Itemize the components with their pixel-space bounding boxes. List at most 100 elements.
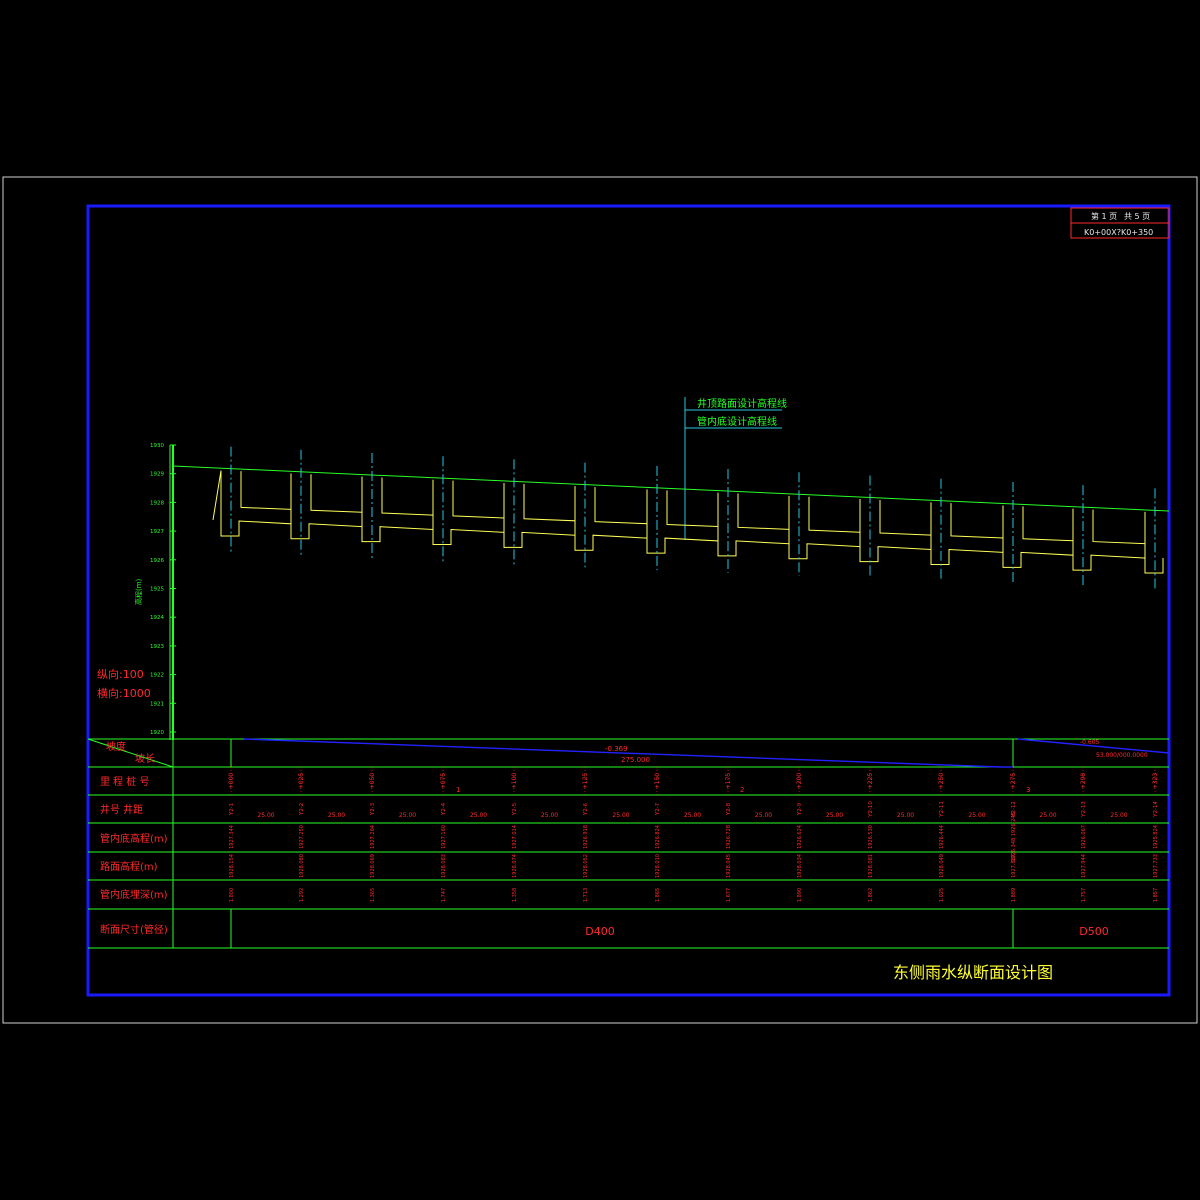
pipe-segment [523, 483, 576, 522]
pipe-segment [666, 490, 719, 528]
section-mark-2: 2 [740, 786, 744, 794]
section-mark-1: 1 [456, 786, 460, 794]
well-id: Y2-13 [1081, 801, 1087, 818]
road-design-line [172, 465, 1170, 512]
well-id: Y2-2 [299, 803, 305, 816]
pipe-size-2: D500 [1079, 925, 1108, 938]
station-label: +025 [298, 773, 305, 790]
invert-value: 1927.344 [229, 825, 235, 849]
y-tick-label: 1926 [150, 558, 164, 564]
pipe-segment [381, 477, 434, 516]
pipe-segment [240, 471, 292, 510]
drawing-frame [86, 204, 1171, 997]
invert-value: 1926.444 [939, 825, 945, 849]
well-spacing: 25.00 [1110, 812, 1127, 819]
road-value: 1928.052 [583, 854, 589, 878]
well-spacing: 25.00 [1039, 812, 1056, 819]
station-label: +250 [938, 773, 945, 790]
pipe-segment [310, 474, 363, 513]
row-label-road: 路面高程(m) [100, 860, 158, 873]
y-tick-label: 1927 [150, 529, 164, 535]
invert-value: 1927.014 [512, 825, 518, 849]
sheet-title-block: 第 1 页 共 5 页 K0+00X?K0+350 [1070, 207, 1170, 239]
depth-value: 1.857 [1153, 888, 1159, 902]
row-label-station: 里 程 桩 号 [100, 775, 150, 788]
depth-value: 1.677 [726, 888, 732, 902]
profile [172, 446, 1170, 591]
y-tick-label: 1930 [150, 443, 164, 449]
row-labels: 坡度 坡长 里 程 桩 号 井号 井距 管内底高程(m) 路面高程(m) 管内底… [100, 740, 168, 936]
invert-value: 1927.160 [441, 825, 447, 849]
well-id: Y2-10 [868, 801, 874, 818]
station-label: +100 [511, 773, 518, 790]
pipe-segment [808, 496, 861, 533]
road-value: 1927.733 [1153, 854, 1159, 878]
station-label: +275 [1010, 773, 1017, 790]
legend-road: 井顶路面设计高程线 [697, 397, 787, 410]
station-label: +125 [582, 773, 589, 790]
legend: 井顶路面设计高程线 管内底设计高程线 [684, 397, 787, 540]
station-label: +075 [440, 773, 447, 790]
station-label: +323 [1152, 773, 1159, 790]
y-tick-label: 1929 [150, 472, 164, 478]
station-label: +150 [654, 773, 661, 790]
well-id: Y2-6 [583, 802, 589, 816]
invert-value: 1926.530 [868, 825, 874, 849]
row-label-length: 坡长 [135, 752, 155, 765]
legend-pipe: 管内底设计高程线 [697, 415, 777, 428]
station-label: +298 [1080, 773, 1087, 790]
section-mark-3: 3 [1026, 786, 1030, 794]
station-label: +000 [228, 773, 235, 790]
slope-1-length: 275.000 [621, 756, 650, 764]
road-value: 1928.010 [655, 854, 661, 878]
slope-1-grade: -0.369 [605, 745, 628, 753]
well-id: Y2-5 [512, 802, 518, 816]
depth-value: 1.365 [370, 888, 376, 902]
row-label-size: 断面尺寸(管径) [100, 923, 168, 936]
pipe-size-1: D400 [585, 925, 614, 938]
road-value: 1928.069 [370, 854, 376, 878]
depth-value: 1.292 [299, 888, 305, 902]
drawing-canvas: 第 1 页 共 5 页 K0+00X?K0+350 井顶路面设计高程线 管内底设… [2, 176, 1198, 1024]
invert-value: 1926.067 [1081, 825, 1087, 849]
slope-2-grade: -0.605 [1080, 739, 1100, 746]
road-value: 1928.045 [726, 854, 732, 878]
well-id: Y2-8 [726, 802, 732, 816]
pipe-invert-line [212, 470, 1164, 574]
depth-value: 1.757 [1081, 888, 1087, 902]
well-spacing: 25.00 [257, 812, 274, 819]
invert-value: 1926.824 [655, 825, 661, 849]
well-id: Y2-4 [441, 802, 447, 816]
well-spacing: 25.00 [755, 812, 772, 819]
station-label: +225 [867, 773, 874, 790]
well-spacing: 25.00 [684, 812, 701, 819]
road-value: 1927.944 [1081, 854, 1087, 878]
well-id: Y2-14 [1153, 801, 1159, 818]
well-id: Y2-1 [229, 803, 235, 816]
road-value: 1927.867 [1011, 854, 1017, 878]
invert-value: 1926.728 [726, 825, 732, 849]
station-label: +050 [369, 773, 376, 790]
drawing-title: 东侧雨水纵断面设计图 [893, 963, 1053, 982]
pipe-segment [1092, 509, 1146, 545]
pipe-segment [737, 493, 790, 530]
depth-value: 1.890 [797, 888, 803, 902]
table-columns: +000 +025 +050 +075 +100 +125 +150 +175 +200 +225… [228, 767, 1159, 902]
pipe-segment [879, 499, 932, 536]
invert-value: 1925.824 [1153, 825, 1159, 849]
y-tick-label: 1924 [150, 615, 164, 621]
road-value: 1928.074 [512, 854, 518, 878]
depth-value: 1.358 [512, 888, 518, 902]
depth-value: 1.713 [583, 888, 589, 902]
well-spacing: 25.00 [968, 812, 985, 819]
row-label-slope: 坡度 [106, 740, 126, 753]
well-id: Y2-7 [655, 802, 661, 816]
well-spacing: 25.00 [826, 812, 843, 819]
axis-label: 高程(m) [134, 578, 143, 605]
well-spacing: 25.00 [612, 812, 629, 819]
depth-value: 1.889 [1011, 888, 1017, 902]
well-spacing: 25.00 [541, 812, 558, 819]
road-value: 1928.034 [797, 854, 803, 878]
well-id: Y2-3 [370, 802, 376, 816]
data-table [87, 738, 1170, 949]
